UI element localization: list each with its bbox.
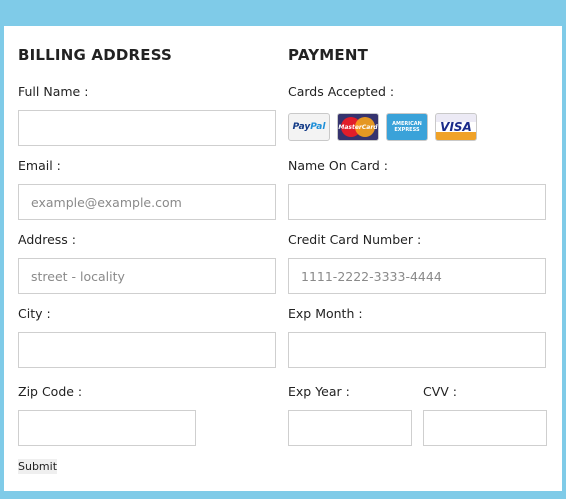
card-number-label: Credit Card Number : <box>288 232 422 247</box>
name-on-card-input[interactable] <box>288 184 546 220</box>
card-number-input[interactable] <box>288 258 546 294</box>
name-on-card-label: Name On Card : <box>288 158 389 173</box>
address-label: Address : <box>18 232 76 247</box>
form-card: BILLING ADDRESS Full Name : Email : Addr… <box>4 26 562 491</box>
full-name-label: Full Name : <box>18 84 89 99</box>
visa-icon: VISA <box>435 113 477 141</box>
email-input[interactable] <box>18 184 276 220</box>
zip-code-input[interactable] <box>18 410 196 446</box>
cvv-input[interactable] <box>423 410 547 446</box>
full-name-input[interactable] <box>18 110 276 146</box>
email-label: Email : <box>18 158 61 173</box>
city-label: City : <box>18 306 51 321</box>
amex-icon: AMERICAN EXPRESS <box>386 113 428 141</box>
exp-year-label: Exp Year : <box>288 384 350 399</box>
accepted-cards: Pay Pal MasterCard AMERICAN EXPRESS VISA <box>288 113 477 141</box>
exp-year-input[interactable] <box>288 410 412 446</box>
payment-title: PAYMENT <box>288 46 369 64</box>
zip-code-label: Zip Code : <box>18 384 83 399</box>
submit-button[interactable]: Submit <box>18 459 58 474</box>
exp-month-input[interactable] <box>288 332 546 368</box>
address-input[interactable] <box>18 258 276 294</box>
cards-accepted-label: Cards Accepted : <box>288 84 395 99</box>
billing-address-title: BILLING ADDRESS <box>18 46 173 64</box>
city-input[interactable] <box>18 332 276 368</box>
exp-month-label: Exp Month : <box>288 306 363 321</box>
mastercard-icon: MasterCard <box>337 113 379 141</box>
paypal-icon: Pay Pal <box>288 113 330 141</box>
cvv-label: CVV : <box>423 384 458 399</box>
